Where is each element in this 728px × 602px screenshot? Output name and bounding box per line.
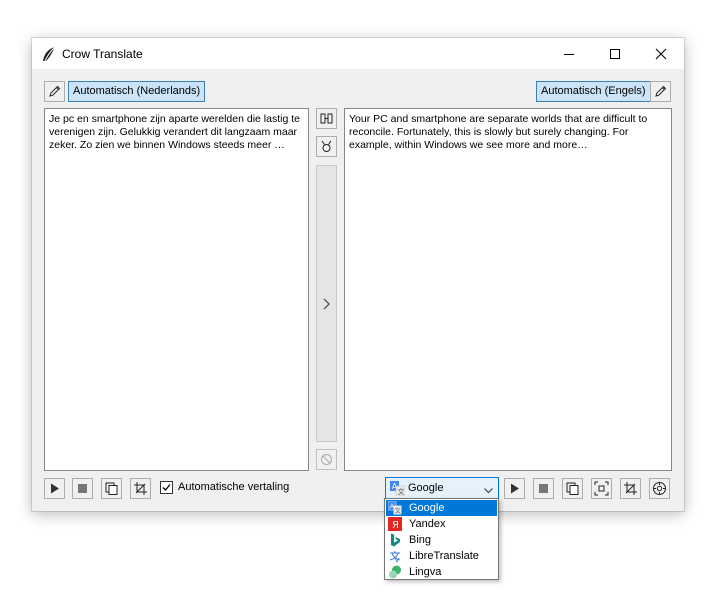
engine-option-label: LibreTranslate xyxy=(409,550,479,562)
gear-icon xyxy=(653,482,666,495)
edit-source-languages-button[interactable] xyxy=(44,81,65,102)
google-translate-icon: A 文 xyxy=(390,481,406,499)
translation-text-edit[interactable]: Your PC and smartphone are separate worl… xyxy=(344,108,672,471)
stop-translation-button[interactable] xyxy=(533,478,554,499)
engine-option-label: Lingva xyxy=(409,566,442,578)
lingva-icon xyxy=(388,565,402,579)
stop-icon xyxy=(78,484,87,493)
google-translate-icon: A 文 xyxy=(387,500,402,515)
chevron-down-icon xyxy=(484,485,493,497)
translate-button[interactable] xyxy=(316,165,337,442)
maximize-button[interactable] xyxy=(592,38,638,69)
svg-text:文: 文 xyxy=(398,487,405,496)
window-title: Crow Translate xyxy=(62,47,143,61)
maximize-icon xyxy=(610,49,620,59)
engine-option-lingva[interactable]: Lingva xyxy=(386,564,497,580)
abort-icon xyxy=(321,454,332,465)
play-translation-button[interactable] xyxy=(504,478,525,499)
crop-icon xyxy=(624,482,637,495)
chevron-right-icon xyxy=(323,298,330,310)
libretranslate-icon xyxy=(388,549,402,563)
pencil-icon xyxy=(49,85,61,97)
pencil-icon xyxy=(655,85,667,97)
copy-icon xyxy=(105,482,118,495)
auto-translate-checkbox[interactable] xyxy=(160,481,173,494)
copy-icon xyxy=(566,482,579,495)
swap-languages-icon xyxy=(320,113,333,124)
engine-select[interactable]: A 文 Google xyxy=(385,477,499,499)
svg-text:Я: Я xyxy=(392,520,399,531)
settings-button[interactable] xyxy=(649,478,670,499)
engine-option-label: Yandex xyxy=(409,518,446,530)
engine-select-value: Google xyxy=(408,482,444,494)
yandex-icon: Я xyxy=(388,517,402,531)
ocr-screen-button[interactable] xyxy=(591,478,612,499)
engine-option-libretranslate[interactable]: LibreTranslate xyxy=(386,548,497,564)
source-language-button[interactable]: Automatisch (Nederlands) xyxy=(68,81,206,102)
svg-text:文: 文 xyxy=(395,507,401,515)
app-window: Crow Translate Automatisch (Nederlands) … xyxy=(32,38,684,511)
copy-source-button[interactable] xyxy=(101,478,122,499)
ocr-translation-button[interactable] xyxy=(620,478,641,499)
stop-source-button[interactable] xyxy=(72,478,93,499)
copy-all-icon xyxy=(321,140,332,152)
edit-translation-languages-button[interactable] xyxy=(650,81,671,102)
source-text-edit[interactable]: Je pc en smartphone zijn aparte werelden… xyxy=(44,108,309,471)
crop-icon xyxy=(134,482,147,495)
engine-dropdown-list: A 文 Google Я Yandex Bing LibreTranslate … xyxy=(384,498,499,580)
minimize-icon xyxy=(564,54,574,55)
close-button[interactable] xyxy=(638,38,684,69)
stop-icon xyxy=(539,484,548,493)
engine-option-bing[interactable]: Bing xyxy=(386,532,497,548)
ocr-source-button[interactable] xyxy=(130,478,151,499)
auto-translate-label: Automatische vertaling xyxy=(178,481,290,493)
copy-translation-button[interactable] xyxy=(562,478,583,499)
engine-option-google[interactable]: A 文 Google xyxy=(386,500,497,516)
translation-language-button[interactable]: Automatisch (Engels) xyxy=(536,81,651,102)
minimize-button[interactable] xyxy=(546,38,592,69)
engine-option-yandex[interactable]: Я Yandex xyxy=(386,516,497,532)
play-source-button[interactable] xyxy=(44,478,65,499)
checkmark-icon xyxy=(162,484,171,491)
screen-capture-icon xyxy=(594,481,609,496)
copy-all-button[interactable] xyxy=(316,136,337,157)
play-icon xyxy=(511,483,519,494)
bing-icon xyxy=(388,533,402,547)
close-icon xyxy=(655,48,667,60)
title-bar: Crow Translate xyxy=(32,38,684,69)
abort-button[interactable] xyxy=(316,449,337,470)
play-icon xyxy=(51,483,59,494)
swap-languages-button[interactable] xyxy=(316,108,337,129)
crow-icon xyxy=(41,46,57,62)
engine-option-label: Bing xyxy=(409,534,432,546)
engine-option-label: Google xyxy=(409,502,445,514)
